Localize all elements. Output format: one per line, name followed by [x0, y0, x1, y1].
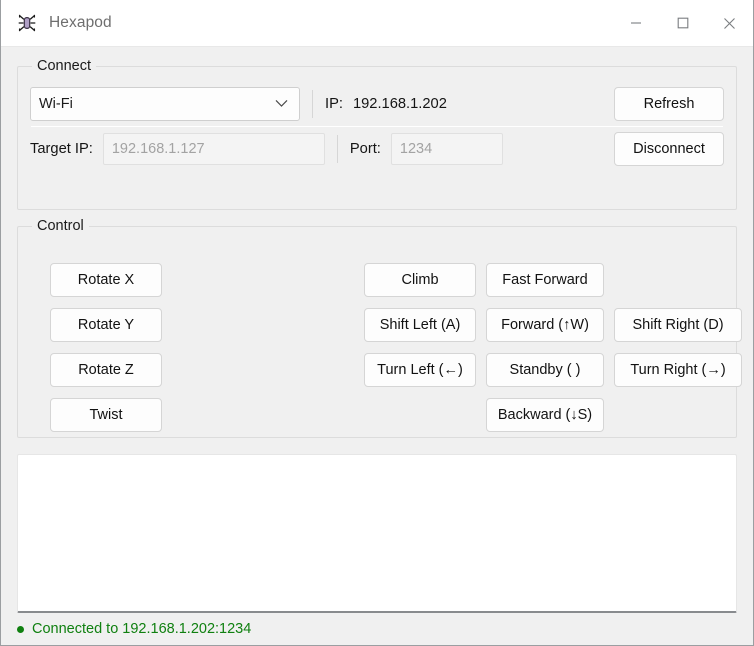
status-bar: Connected to 192.168.1.202:1234	[1, 613, 753, 645]
title-bar: Hexapod	[1, 0, 753, 47]
hexapod-bug-icon	[17, 13, 37, 33]
control-button[interactable]: Turn Right (→)	[614, 353, 742, 387]
window-controls	[612, 0, 753, 46]
control-button[interactable]: Climb	[364, 263, 476, 297]
control-button[interactable]: Backward (↓S)	[486, 398, 604, 432]
port-input[interactable]	[391, 133, 503, 165]
control-button[interactable]: Turn Left (←)	[364, 353, 476, 387]
target-ip-input[interactable]	[103, 133, 325, 165]
maximize-icon[interactable]	[659, 0, 706, 46]
target-ip-label: Target IP:	[30, 141, 93, 157]
control-button[interactable]: Forward (↑W)	[486, 308, 604, 342]
control-button[interactable]: Rotate X	[50, 263, 162, 297]
connect-row-interface: Wi-Fi IP: 192.168.1.202 Refresh	[30, 82, 724, 126]
control-button[interactable]: Shift Left (A)	[364, 308, 476, 342]
status-text: Connected to 192.168.1.202:1234	[32, 621, 251, 637]
target-port-divider	[337, 135, 338, 163]
connected-dot	[17, 626, 24, 633]
control-group: Control Rotate XRotate YRotate ZTwistCli…	[17, 226, 737, 438]
interface-select[interactable]: Wi-Fi	[30, 87, 300, 121]
log-output[interactable]	[17, 454, 737, 613]
connect-group: Connect Wi-Fi IP: 192.168.1.202 Refresh …	[17, 66, 737, 210]
control-button[interactable]: Rotate Z	[50, 353, 162, 387]
control-button[interactable]: Rotate Y	[50, 308, 162, 342]
content-area: Connect Wi-Fi IP: 192.168.1.202 Refresh …	[1, 47, 753, 613]
port-label: Port:	[350, 141, 381, 157]
row-divider	[312, 90, 313, 118]
control-button[interactable]: Standby ( )	[486, 353, 604, 387]
control-button[interactable]: Twist	[50, 398, 162, 432]
ip-value: 192.168.1.202	[353, 96, 447, 112]
connect-group-title: Connect	[32, 57, 96, 75]
interface-select-wrap: Wi-Fi	[30, 87, 300, 121]
refresh-button[interactable]: Refresh	[614, 87, 724, 121]
control-button[interactable]: Fast Forward	[486, 263, 604, 297]
close-icon[interactable]	[706, 0, 753, 46]
control-button-grid: Rotate X Rotate Y Rotate Z Twist Climb Fast F…	[18, 227, 736, 437]
ip-label: IP:	[325, 96, 343, 112]
connect-row-target: Target IP: Port: Disconnect	[30, 127, 724, 171]
minimize-icon[interactable]	[612, 0, 659, 46]
disconnect-button[interactable]: Disconnect	[614, 132, 724, 166]
app-window: Hexapod Connect Wi-Fi	[0, 0, 754, 646]
window-title: Hexapod	[49, 14, 112, 32]
control-button[interactable]: Shift Right (D)	[614, 308, 742, 342]
